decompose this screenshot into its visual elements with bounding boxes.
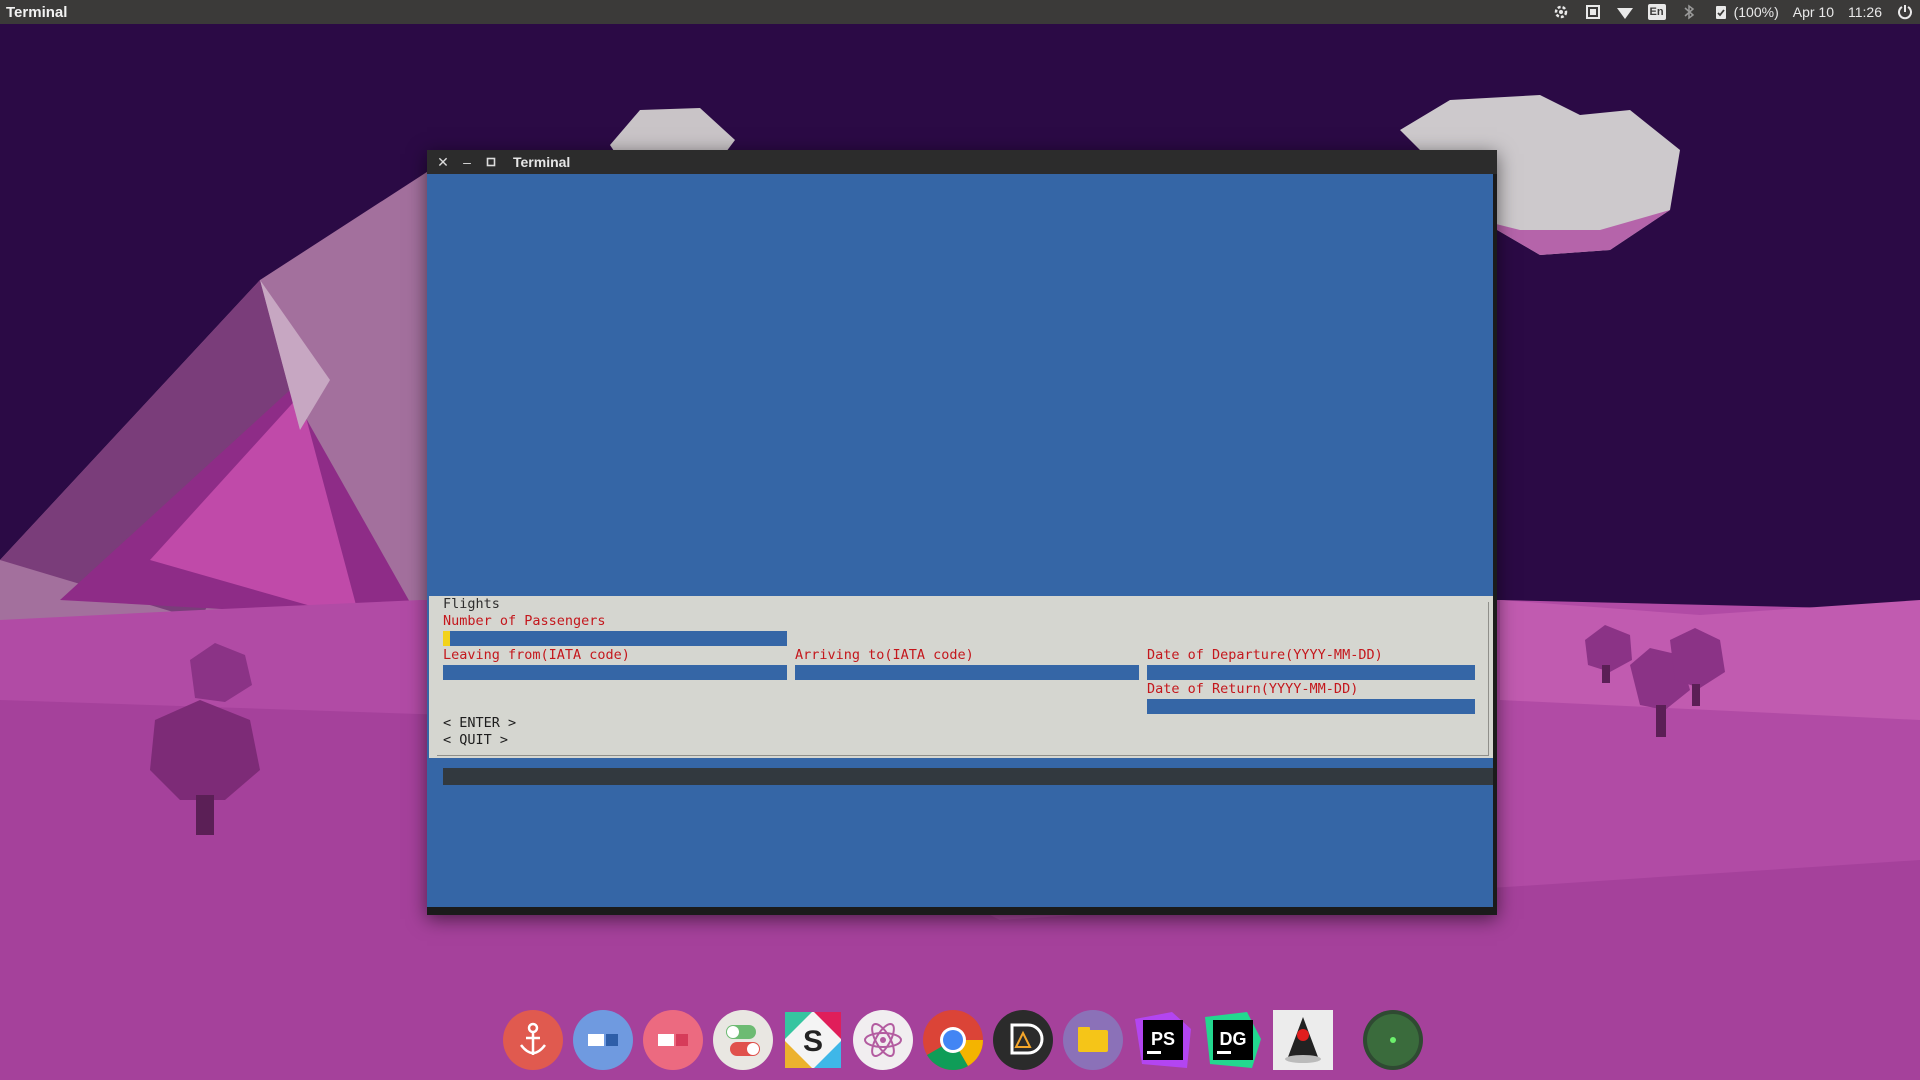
toggles-icon[interactable] bbox=[708, 1005, 778, 1075]
svg-text:S: S bbox=[803, 1025, 823, 1058]
departure-date-field[interactable] bbox=[1147, 665, 1475, 680]
datagrip-icon[interactable]: DG bbox=[1198, 1005, 1268, 1075]
return-date-field[interactable] bbox=[1147, 699, 1475, 714]
text-cursor bbox=[443, 631, 450, 646]
darktable-icon[interactable] bbox=[988, 1005, 1058, 1075]
window-title: Terminal bbox=[513, 154, 571, 170]
java-icon[interactable] bbox=[1268, 1005, 1338, 1075]
trash-icon[interactable] bbox=[1358, 1005, 1428, 1075]
terminal-body[interactable]: Flights Number of Passengers Leaving fro… bbox=[427, 174, 1493, 907]
chrome-icon[interactable] bbox=[918, 1005, 988, 1075]
anchor-icon[interactable] bbox=[498, 1005, 568, 1075]
bluetooth-icon[interactable] bbox=[1680, 3, 1698, 21]
tweaks-icon[interactable] bbox=[638, 1005, 708, 1075]
leaving-from-field[interactable] bbox=[443, 665, 787, 680]
phpstorm-icon[interactable]: PS bbox=[1128, 1005, 1198, 1075]
window-titlebar[interactable]: ✕ – Terminal bbox=[427, 150, 1497, 174]
flights-dialog: Flights Number of Passengers Leaving fro… bbox=[429, 596, 1493, 758]
maximize-icon[interactable] bbox=[479, 150, 503, 174]
status-bar bbox=[443, 768, 1493, 785]
svg-text:DG: DG bbox=[1220, 1029, 1247, 1049]
cpu-icon[interactable] bbox=[1584, 3, 1602, 21]
quit-button[interactable]: < QUIT > bbox=[443, 732, 508, 749]
slack-icon[interactable]: S bbox=[778, 1005, 848, 1075]
battery-indicator[interactable]: (100%) bbox=[1734, 4, 1779, 20]
minimize-icon[interactable]: – bbox=[455, 150, 479, 174]
dock: S PS DG bbox=[487, 1000, 1433, 1080]
active-app-title[interactable]: Terminal bbox=[6, 4, 67, 21]
files-icon[interactable] bbox=[1058, 1005, 1128, 1075]
arriving-to-field[interactable] bbox=[795, 665, 1139, 680]
power-icon[interactable] bbox=[1896, 3, 1914, 21]
keyboard-layout-icon[interactable]: En bbox=[1647, 4, 1666, 20]
dialog-title: Flights bbox=[443, 596, 500, 612]
departure-date-label: Date of Departure(YYYY-MM-DD) bbox=[1147, 647, 1383, 663]
terminal-window[interactable]: ✕ – Terminal Flights Number of Passenger… bbox=[427, 150, 1497, 915]
enter-button[interactable]: < ENTER > bbox=[443, 715, 516, 732]
close-icon[interactable]: ✕ bbox=[431, 150, 455, 174]
svg-text:PS: PS bbox=[1151, 1029, 1175, 1049]
leaving-from-label: Leaving from(IATA code) bbox=[443, 647, 630, 663]
return-date-label: Date of Return(YYYY-MM-DD) bbox=[1147, 681, 1359, 697]
date-label[interactable]: Apr 10 bbox=[1793, 4, 1834, 20]
wifi-icon[interactable] bbox=[1616, 3, 1634, 21]
clipboard-icon[interactable] bbox=[1712, 3, 1730, 21]
top-panel: Terminal En (100%) Apr 10 11:26 bbox=[0, 0, 1920, 24]
dock-settings-icon[interactable] bbox=[568, 1005, 638, 1075]
passengers-label: Number of Passengers bbox=[443, 613, 606, 629]
passengers-field[interactable] bbox=[443, 631, 787, 646]
settings-icon[interactable] bbox=[1552, 3, 1570, 21]
atom-icon[interactable] bbox=[848, 1005, 918, 1075]
time-label[interactable]: 11:26 bbox=[1848, 4, 1882, 20]
arriving-to-label: Arriving to(IATA code) bbox=[795, 647, 974, 663]
